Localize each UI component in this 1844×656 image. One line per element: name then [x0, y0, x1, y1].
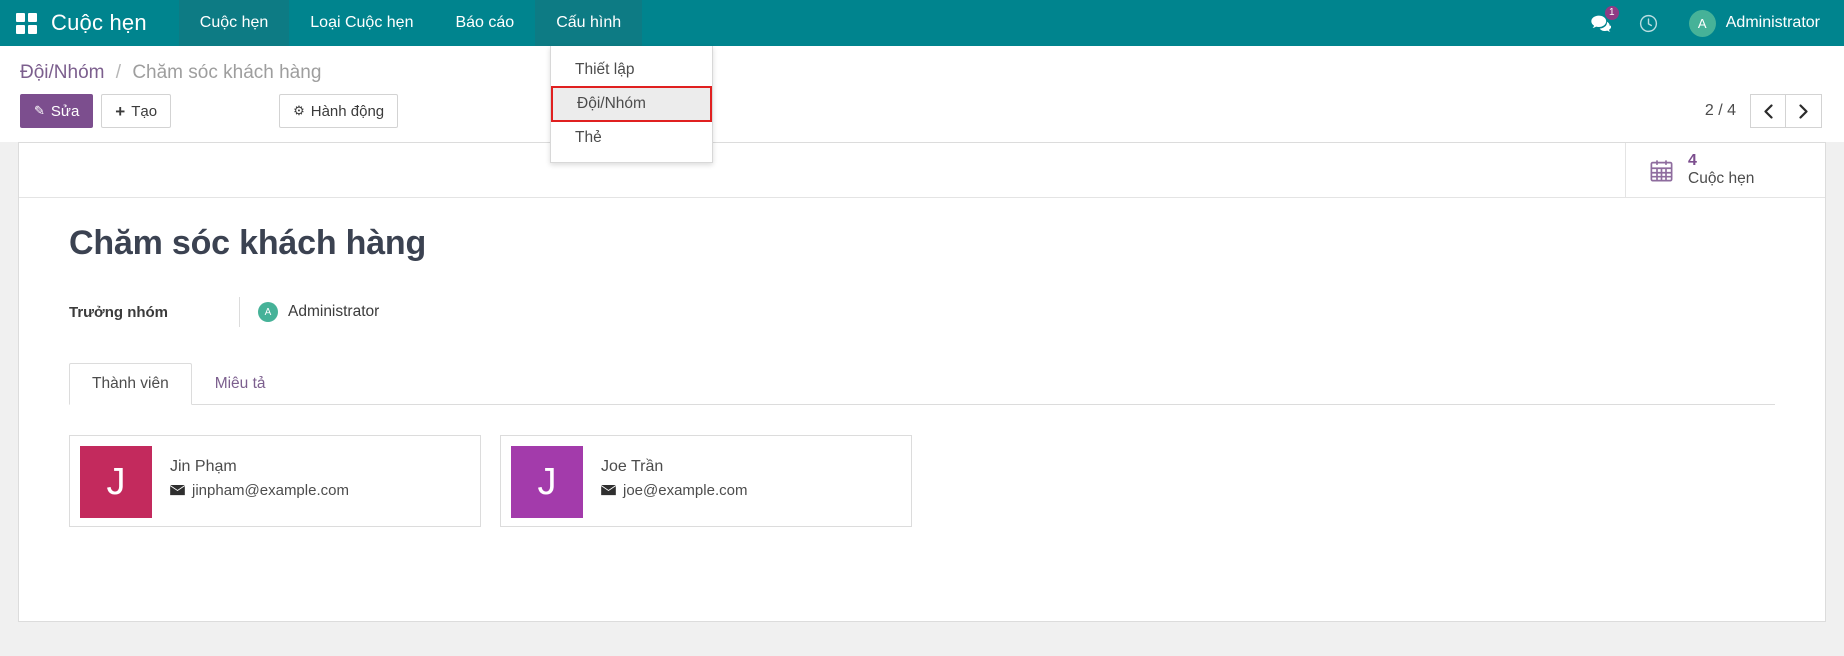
stat-button-text: 4 Cuộc hẹn [1688, 152, 1754, 188]
member-avatar: J [511, 446, 583, 518]
navbar-left: Cuộc hẹn Cuộc hẹn Loại Cuộc hẹn Báo cáo … [0, 0, 642, 46]
edit-button[interactable]: ✎ Sửa [20, 94, 93, 128]
stat-value: 4 [1688, 152, 1754, 170]
plus-icon: + [115, 103, 125, 120]
notebook-tabs: Thành viên Miêu tả [69, 363, 1775, 405]
stat-label: Cuộc hẹn [1688, 170, 1754, 188]
record-sheet: 4 Cuộc hẹn Chăm sóc khách hàng Trưởng nh… [18, 142, 1826, 622]
member-email: joe@example.com [623, 481, 747, 501]
messages-button[interactable]: 1 [1579, 0, 1623, 46]
breadcrumb-parent-link[interactable]: Đội/Nhóm [20, 62, 104, 83]
activities-button[interactable] [1627, 0, 1671, 46]
top-navbar: Cuộc hẹn Cuộc hẹn Loại Cuộc hẹn Báo cáo … [0, 0, 1844, 46]
pager-counter: 2 / 4 [1705, 102, 1736, 120]
pager-next-button[interactable] [1786, 94, 1822, 128]
chevron-right-icon [1798, 104, 1809, 119]
sheet-container: 4 Cuộc hẹn Chăm sóc khách hàng Trưởng nh… [0, 142, 1844, 622]
envelope-icon [601, 485, 616, 496]
member-email: jinpham@example.com [192, 481, 349, 501]
clock-icon [1638, 13, 1659, 34]
app-brand-title[interactable]: Cuộc hẹn [51, 0, 179, 46]
control-panel-buttons-row: ✎ Sửa + Tạo ⚙ Hành động 2 / 4 [18, 88, 1826, 142]
tab-thanh-vien[interactable]: Thành viên [69, 363, 192, 405]
pager-buttons [1750, 94, 1822, 128]
navbar-right: 1 A Administrator [1579, 0, 1844, 46]
dropdown-item-doi-nhom[interactable]: Đội/Nhóm [551, 86, 712, 122]
apps-grid-icon [16, 13, 37, 34]
member-info: Joe Trần joe@example.com [583, 446, 747, 501]
nav-item-bao-cao[interactable]: Báo cáo [434, 0, 535, 46]
nav-item-cuoc-hen[interactable]: Cuộc hẹn [179, 0, 290, 46]
calendar-icon [1648, 157, 1675, 184]
field-row-truong-nhom: Trưởng nhóm A Administrator [69, 297, 1775, 327]
user-name-label: Administrator [1726, 14, 1820, 32]
pager-previous-button[interactable] [1750, 94, 1786, 128]
messages-badge: 1 [1605, 6, 1619, 20]
member-name: Jin Phạm [170, 456, 349, 478]
member-email-row: jinpham@example.com [170, 481, 349, 501]
breadcrumb-current: Chăm sóc khách hàng [132, 62, 321, 83]
create-button[interactable]: + Tạo [101, 94, 171, 128]
apps-menu-button[interactable] [0, 0, 51, 46]
dropdown-item-thiet-lap[interactable]: Thiết lập [551, 54, 712, 86]
member-cards-list: J Jin Phạm jinpham@example.com J [69, 435, 1775, 527]
breadcrumb-separator: / [116, 62, 121, 83]
user-menu[interactable]: A Administrator [1675, 10, 1824, 37]
control-panel: Đội/Nhóm / Chăm sóc khách hàng ✎ Sửa + T… [0, 46, 1844, 142]
nav-item-loai-cuoc-hen[interactable]: Loại Cuộc hẹn [289, 0, 434, 46]
member-info: Jin Phạm jinpham@example.com [152, 446, 349, 501]
pager: 2 / 4 [1705, 94, 1826, 128]
field-value-text: Administrator [288, 303, 379, 321]
nav-item-cau-hinh[interactable]: Cấu hình [535, 0, 642, 46]
action-button-label: Hành động [311, 103, 384, 120]
tab-mieu-ta[interactable]: Miêu tả [192, 363, 289, 405]
avatar: A [258, 302, 278, 322]
stat-buttons-bar: 4 Cuộc hẹn [19, 143, 1825, 198]
avatar: A [1689, 10, 1716, 37]
chevron-left-icon [1763, 104, 1774, 119]
create-button-label: Tạo [131, 103, 157, 120]
gear-icon: ⚙ [293, 103, 305, 119]
sheet-body: Chăm sóc khách hàng Trưởng nhóm A Admini… [19, 198, 1825, 557]
dropdown-item-the[interactable]: Thẻ [551, 122, 712, 154]
member-name: Joe Trần [601, 456, 747, 478]
pencil-icon: ✎ [34, 103, 45, 119]
breadcrumb: Đội/Nhóm / Chăm sóc khách hàng [18, 46, 1826, 88]
field-label-truong-nhom: Trưởng nhóm [69, 304, 239, 321]
member-card[interactable]: J Joe Trần joe@example.com [500, 435, 912, 527]
edit-button-label: Sửa [51, 103, 79, 120]
page-title: Chăm sóc khách hàng [69, 224, 1775, 263]
cau-hinh-dropdown-menu: Thiết lập Đội/Nhóm Thẻ [550, 46, 713, 163]
member-email-row: joe@example.com [601, 481, 747, 501]
action-button[interactable]: ⚙ Hành động [279, 94, 398, 128]
field-value-truong-nhom[interactable]: A Administrator [239, 297, 379, 327]
member-avatar: J [80, 446, 152, 518]
member-card[interactable]: J Jin Phạm jinpham@example.com [69, 435, 481, 527]
stat-button-cuoc-hen[interactable]: 4 Cuộc hẹn [1625, 143, 1825, 197]
envelope-icon [170, 485, 185, 496]
